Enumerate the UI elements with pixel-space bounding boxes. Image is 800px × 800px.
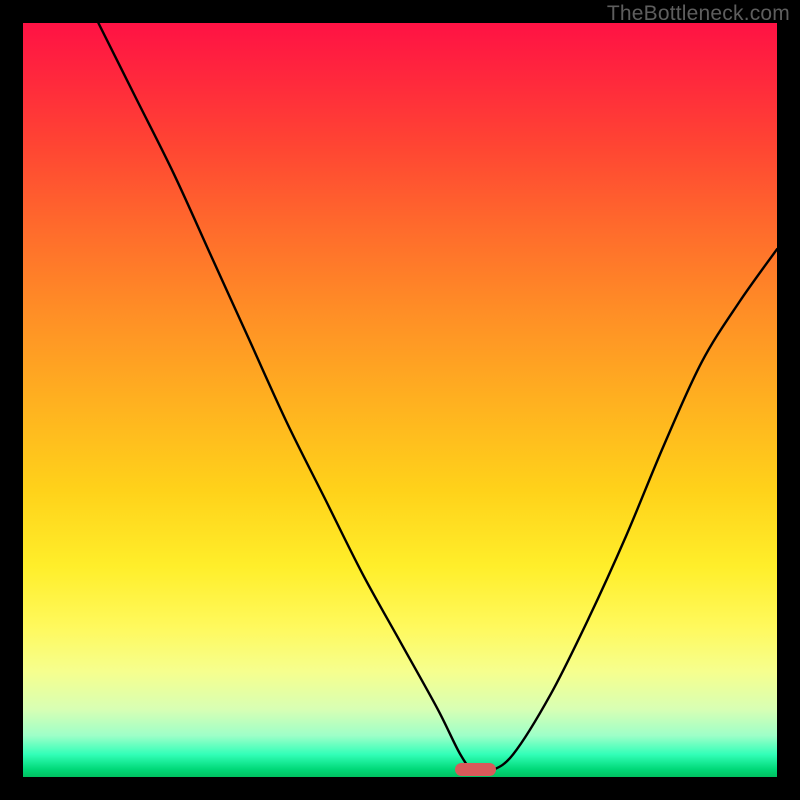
bottleneck-curve [23,23,777,777]
curve-path [98,23,777,775]
minimum-marker [455,763,496,776]
watermark-text: TheBottleneck.com [607,2,790,26]
plot-area [23,23,777,777]
chart-frame: TheBottleneck.com [0,0,800,800]
